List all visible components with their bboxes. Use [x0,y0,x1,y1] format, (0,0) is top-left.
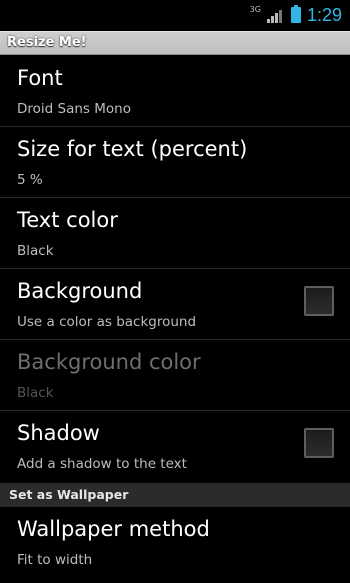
pref-summary: Add a shadow to the text [17,456,187,472]
shadow-checkbox[interactable] [304,428,334,458]
category-label: Set as Wallpaper [9,487,129,502]
pref-title: Shadow [17,421,100,445]
pref-text-size[interactable]: Size for text (percent) 5 % [0,127,350,198]
status-bar: 3G 1:29 [0,0,350,30]
pref-text-color[interactable]: Text color Black [0,198,350,269]
pref-background-color: Background color Black [0,340,350,411]
pref-font[interactable]: Font Droid Sans Mono [0,56,350,127]
status-icons: 3G 1:29 [250,3,342,27]
battery-icon [290,5,301,23]
pref-title: Wallpaper method [17,517,210,541]
pref-background[interactable]: Background Use a color as background [0,269,350,340]
pref-summary: Droid Sans Mono [17,101,131,117]
pref-summary: Use a color as background [17,314,197,330]
pref-summary: Black [17,385,54,401]
pref-shadow[interactable]: Shadow Add a shadow to the text [0,411,350,483]
signal-icon [266,7,285,23]
app-title-bar: Resize Me! [0,31,350,55]
pref-wallpaper-method[interactable]: Wallpaper method Fit to width [0,507,350,583]
category-header: Set as Wallpaper [0,483,350,507]
pref-title: Background [17,279,143,303]
pref-summary: Fit to width [17,552,93,568]
pref-title: Background color [17,350,201,374]
clock: 1:29 [306,4,342,25]
background-checkbox[interactable] [304,286,334,316]
pref-title: Size for text (percent) [17,137,248,161]
pref-title: Text color [17,208,118,232]
app-title: Resize Me! [7,35,87,50]
pref-summary: Black [17,243,54,259]
pref-summary: 5 % [17,172,43,188]
pref-title: Font [17,66,63,90]
network-type-label: 3G [249,4,261,14]
